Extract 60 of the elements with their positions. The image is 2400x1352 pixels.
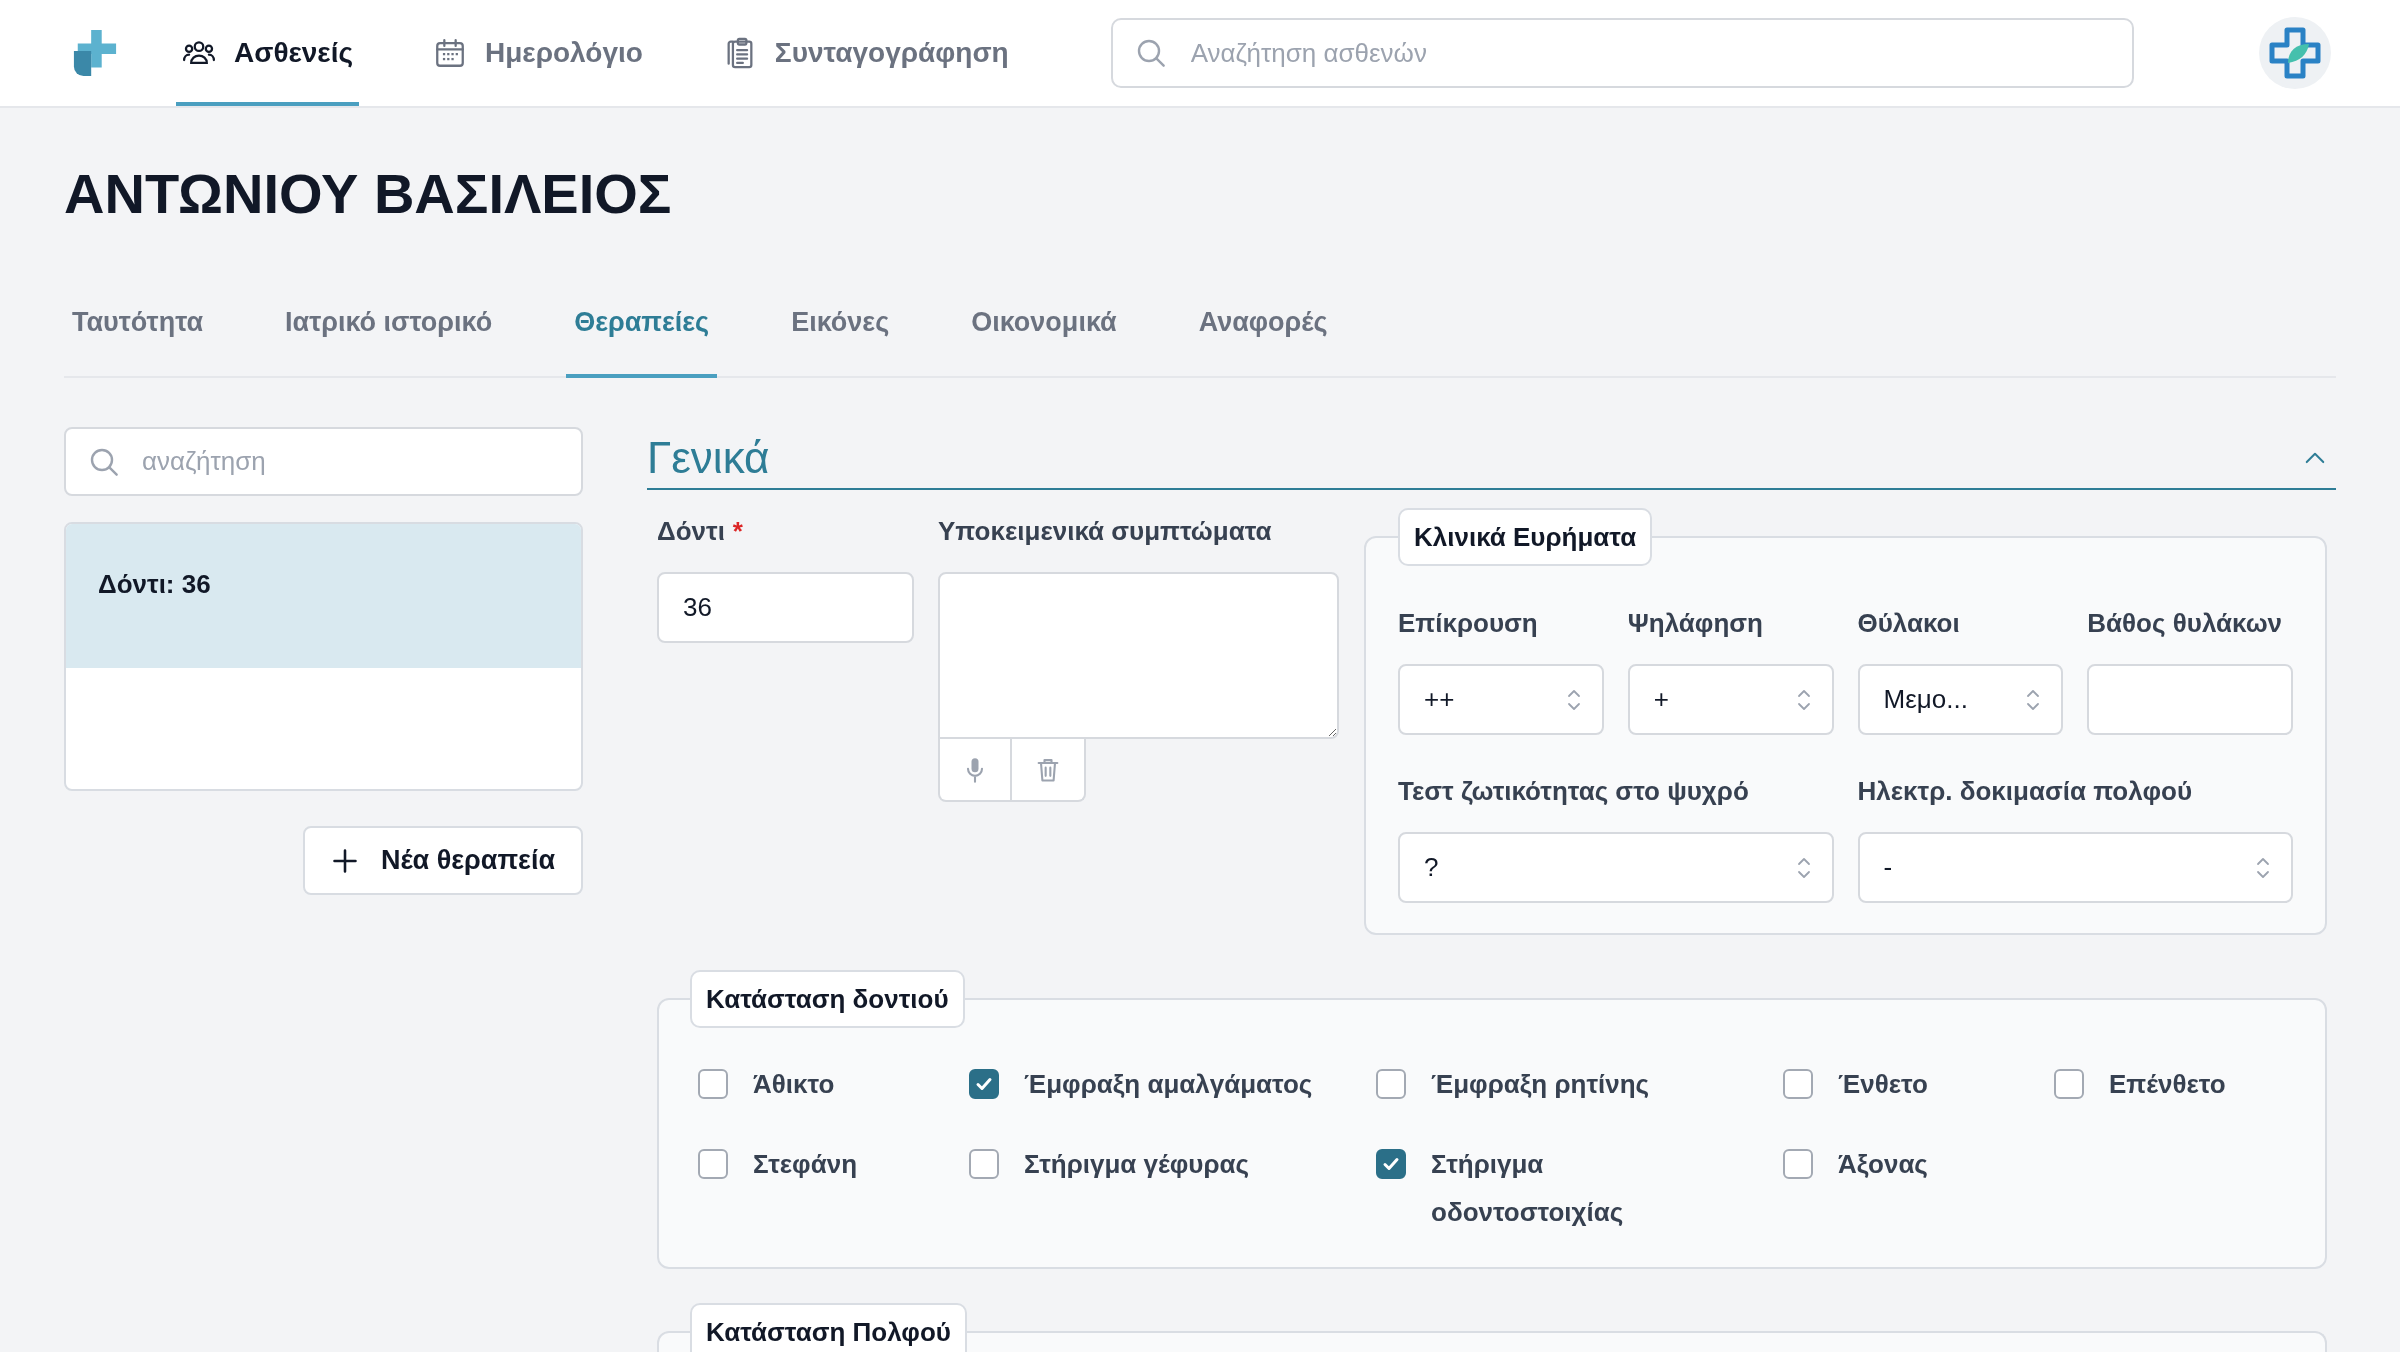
delete-button[interactable] [1012, 739, 1086, 802]
checkbox[interactable] [1783, 1149, 1813, 1179]
plus-icon [330, 846, 359, 875]
tab[interactable]: Αναφορές [1190, 290, 1336, 378]
field-label: Βάθος θυλάκων [2087, 607, 2283, 640]
select-field[interactable]: Μεμο... [1857, 664, 2064, 735]
tab[interactable]: Εικόνες [783, 290, 898, 378]
select-field[interactable]: + [1627, 664, 1834, 735]
required-mark: * [732, 515, 743, 548]
symptoms-field[interactable] [938, 572, 1339, 739]
panel-legend: Κατάσταση Πολφού [690, 1303, 967, 1352]
checkbox[interactable] [969, 1069, 999, 1099]
checkbox-label: Έμφραξη αμαλγάματος [1024, 1068, 1313, 1101]
cross-logo-icon[interactable] [2259, 17, 2331, 89]
checkbox-label: Επένθετο [2109, 1068, 2226, 1101]
tab[interactable]: Ταυτότητα [64, 290, 212, 378]
plus-logo-icon[interactable] [72, 28, 118, 78]
chevron-up-icon[interactable] [2304, 451, 2326, 464]
panel-legend: Κατάσταση δοντιού [690, 970, 965, 1028]
field-label: Δόντι [657, 515, 725, 548]
field-label: Επίκρουση [1398, 607, 1538, 640]
microphone-button[interactable] [938, 739, 1012, 802]
select-field[interactable]: - [1857, 832, 2293, 903]
nav-tab[interactable]: Ημερολόγιο [427, 0, 649, 106]
checkbox-label: Άξονας [1838, 1148, 1928, 1181]
new-treatment-button[interactable]: Νέα θεραπεία [302, 826, 583, 895]
field-label: Θύλακοι [1857, 607, 1960, 640]
patient-name: ΑΝΤΩΝΙΟΥ ΒΑΣΙΛΕΙΟΣ [64, 161, 673, 227]
field-label: Τεστ ζωτικότητας στο ψυχρό [1398, 775, 1749, 808]
tooth-field[interactable]: 36 [657, 572, 914, 643]
field-label: Ψηλάφηση [1627, 607, 1763, 640]
tab[interactable]: Θεραπείες [566, 290, 718, 378]
input-field[interactable] [2087, 664, 2293, 735]
checkbox[interactable] [2054, 1069, 2084, 1099]
field-label: Υποκειμενικά συμπτώματα [938, 515, 1272, 548]
treatment-list-item[interactable]: Δόντι: 36 [66, 524, 581, 668]
select-field[interactable]: ? [1398, 832, 1834, 903]
section-title: Γενικά [647, 431, 770, 484]
tab[interactable]: Οικονομικά [963, 290, 1125, 378]
field-label: Ηλεκτρ. δοκιμασία πολφού [1857, 775, 2192, 808]
select-field[interactable]: ++ [1398, 664, 1604, 735]
nav-tab[interactable]: Ασθενείς [176, 0, 359, 106]
tab[interactable]: Ιατρικό ιστορικό [277, 290, 501, 378]
checkbox[interactable] [698, 1149, 728, 1179]
checkbox-label: Ένθετο [1838, 1068, 1928, 1101]
checkbox[interactable] [1783, 1069, 1813, 1099]
search-field[interactable]: αναζήτηση [64, 427, 583, 496]
checkbox[interactable] [1376, 1149, 1406, 1179]
checkbox-label: Στήριγμα γέφυρας [1024, 1148, 1250, 1181]
checkbox-label: Στήριγμα οδοντοστοιχίας [1431, 1148, 1625, 1229]
search-field[interactable]: Αναζήτηση ασθενών [1110, 18, 2134, 88]
nav-tab[interactable]: Συνταγογράφηση [716, 0, 1015, 106]
calendar-icon [433, 36, 467, 70]
checkbox[interactable] [1376, 1069, 1406, 1099]
checkbox[interactable] [969, 1149, 999, 1179]
checkbox-label: Στεφάνη [753, 1148, 858, 1181]
checkbox-label: Άθικτο [753, 1068, 835, 1101]
panel-legend: Κλινικά Ευρήματα [1398, 508, 1653, 566]
checkbox[interactable] [698, 1069, 728, 1099]
checkbox-label: Έμφραξη ρητίνης [1431, 1068, 1650, 1101]
